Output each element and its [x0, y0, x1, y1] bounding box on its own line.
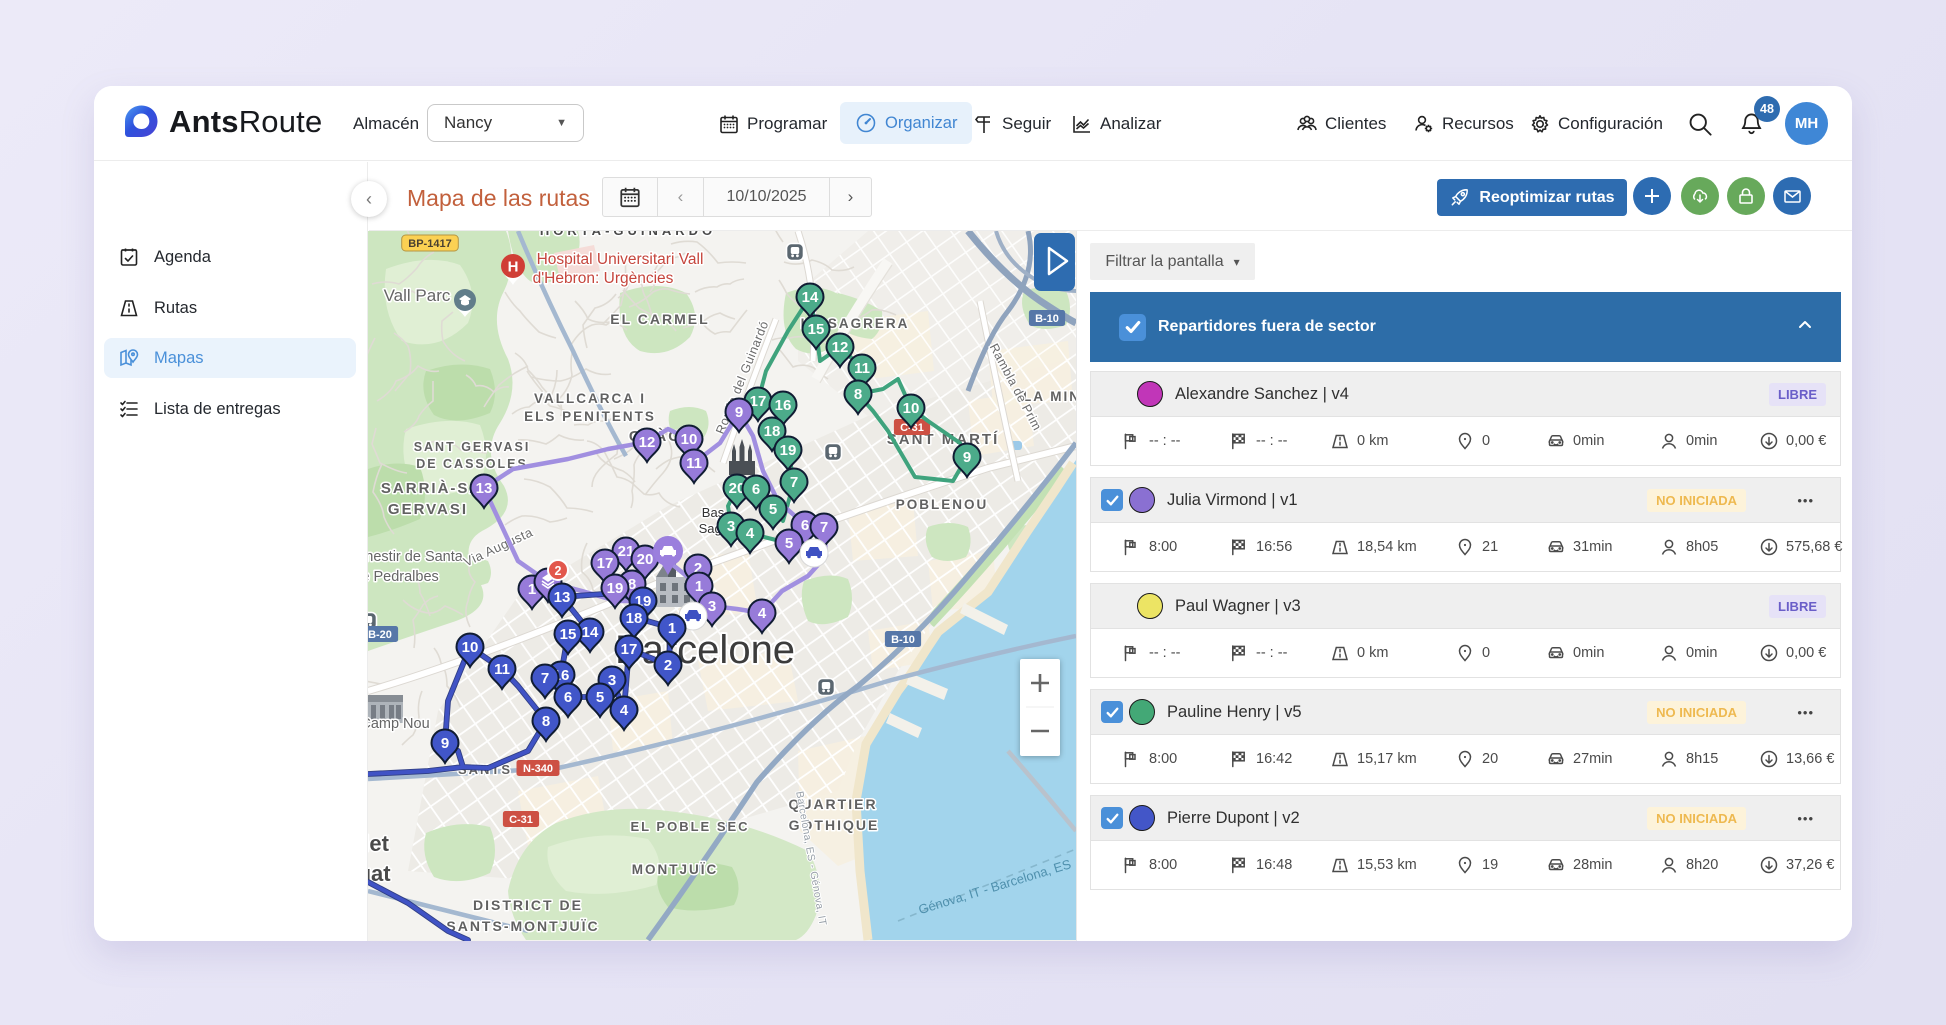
svg-text:N-340: N-340 — [523, 763, 553, 775]
svg-text:10: 10 — [462, 639, 479, 656]
svg-text:16: 16 — [775, 397, 792, 414]
svg-text:BP-1417: BP-1417 — [408, 238, 451, 250]
svg-text:POBLENOU: POBLENOU — [896, 497, 989, 512]
svg-text:19: 19 — [780, 442, 797, 459]
svg-text:18: 18 — [764, 423, 781, 440]
svg-text:19: 19 — [607, 580, 624, 597]
svg-text:MONTJUÏC: MONTJUÏC — [632, 862, 719, 877]
svg-text:18: 18 — [626, 610, 643, 627]
svg-text:6: 6 — [564, 689, 572, 706]
svg-text:EL POBLE SEC: EL POBLE SEC — [630, 819, 749, 834]
svg-text:Monestir de Santa: Monestir de Santa — [368, 549, 464, 565]
svg-text:a de Pedralbes: a de Pedralbes — [368, 569, 439, 585]
svg-text:6: 6 — [752, 481, 760, 498]
svg-text:14: 14 — [582, 624, 599, 641]
svg-text:GERVASI: GERVASI — [388, 501, 468, 518]
svg-text:d'Hebron: Urgències: d'Hebron: Urgències — [533, 270, 674, 287]
svg-text:10: 10 — [903, 400, 920, 417]
svg-text:Hospital Universitari Vall: Hospital Universitari Vall — [537, 251, 704, 268]
svg-text:H: H — [508, 259, 519, 276]
svg-text:12: 12 — [639, 434, 656, 451]
svg-text:7: 7 — [790, 474, 798, 491]
svg-text:9: 9 — [735, 404, 743, 421]
svg-text:3: 3 — [727, 518, 735, 535]
svg-text:VALLCARCA I: VALLCARCA I — [534, 391, 646, 406]
svg-text:17: 17 — [621, 641, 638, 658]
svg-text:11: 11 — [494, 661, 510, 678]
svg-text:B-20: B-20 — [368, 629, 392, 641]
svg-text:5: 5 — [769, 501, 777, 518]
svg-text:13: 13 — [476, 480, 493, 497]
svg-text:B-10: B-10 — [891, 634, 915, 646]
svg-text:12: 12 — [832, 339, 849, 356]
svg-text:2: 2 — [664, 657, 672, 674]
svg-text:Camp Nou: Camp Nou — [368, 716, 430, 732]
svg-text:5: 5 — [596, 689, 604, 706]
svg-text:DISTRICT DE: DISTRICT DE — [473, 897, 583, 913]
svg-text:11: 11 — [686, 455, 702, 472]
svg-text:C-31: C-31 — [509, 814, 533, 826]
svg-text:alet: alet — [368, 831, 390, 856]
svg-text:SANT GERVASI: SANT GERVASI — [414, 440, 531, 454]
svg-text:7: 7 — [541, 670, 549, 687]
svg-text:Vall Parc: Vall Parc — [384, 286, 451, 305]
svg-text:9: 9 — [441, 735, 449, 752]
svg-text:14: 14 — [802, 289, 819, 306]
svg-text:20: 20 — [637, 551, 654, 568]
svg-text:4: 4 — [620, 702, 629, 719]
svg-text:3: 3 — [708, 598, 716, 615]
svg-text:4: 4 — [746, 525, 755, 542]
svg-text:HORTA-GUINARDÓ: HORTA-GUINARDÓ — [540, 231, 716, 238]
svg-text:7: 7 — [820, 519, 828, 536]
svg-text:4: 4 — [758, 605, 767, 622]
svg-text:8: 8 — [542, 713, 550, 730]
svg-text:15: 15 — [808, 321, 825, 338]
svg-text:ELS PENITENTS: ELS PENITENTS — [524, 409, 656, 424]
svg-text:17: 17 — [597, 555, 614, 572]
svg-text:15: 15 — [560, 626, 577, 643]
svg-text:2: 2 — [555, 564, 562, 578]
svg-text:9: 9 — [963, 449, 971, 466]
svg-text:SANTS-MONTJUÏC: SANTS-MONTJUÏC — [446, 918, 599, 934]
svg-text:5: 5 — [785, 535, 793, 552]
svg-text:8: 8 — [854, 386, 862, 403]
svg-text:11: 11 — [854, 360, 870, 377]
svg-text:1: 1 — [695, 578, 703, 595]
svg-text:6: 6 — [801, 517, 809, 534]
svg-text:B-10: B-10 — [1035, 313, 1059, 325]
svg-text:13: 13 — [554, 589, 571, 606]
svg-text:10: 10 — [681, 431, 698, 448]
svg-text:EL CARMEL: EL CARMEL — [610, 311, 709, 327]
svg-text:1: 1 — [668, 620, 676, 637]
